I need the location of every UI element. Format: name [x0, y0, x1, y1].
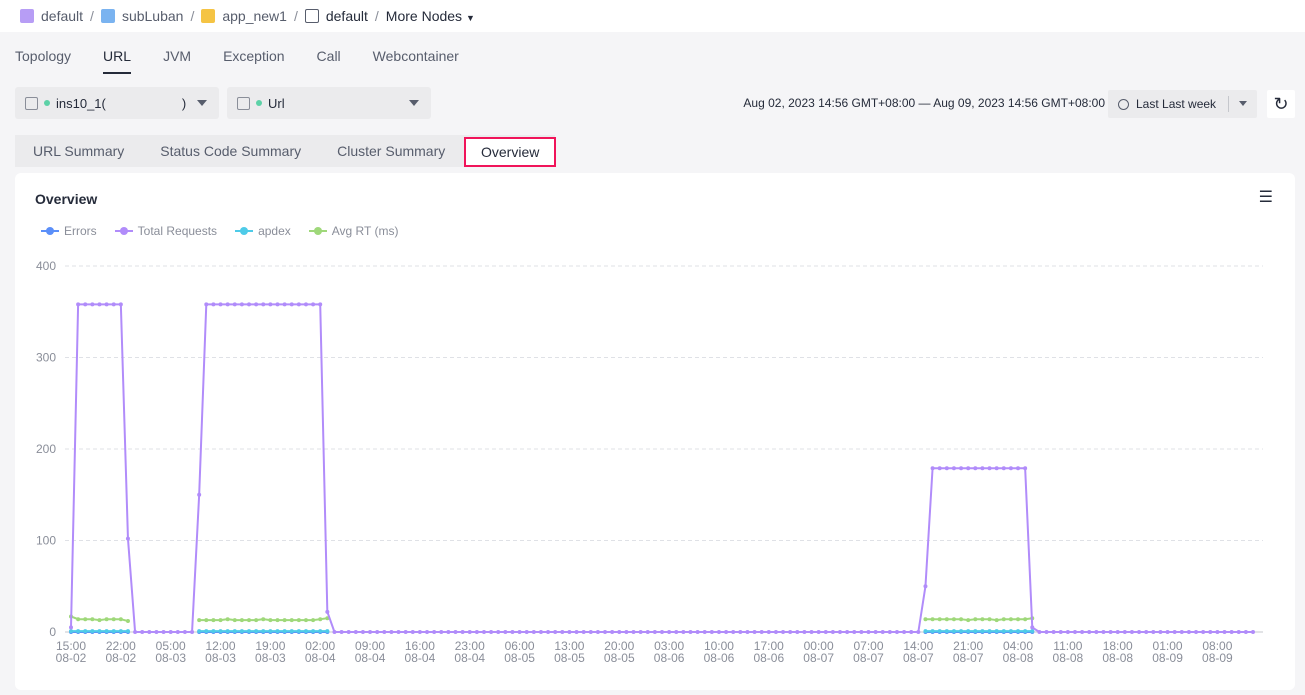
overview-card: Overview ☰ Errors Total Requests apdex A…	[15, 173, 1295, 690]
separator: /	[293, 8, 298, 24]
breadcrumb-item[interactable]: subLuban	[122, 8, 184, 24]
legend-total-requests[interactable]: Total Requests	[114, 224, 218, 238]
main-tabs: Topology URL JVM Exception Call Webconta…	[15, 48, 459, 74]
caret-down-icon: ▼	[465, 13, 475, 23]
legend-label: Errors	[64, 224, 97, 238]
legend-apdex[interactable]: apdex	[235, 224, 291, 238]
breadcrumb-item[interactable]: default	[326, 8, 368, 24]
status-dot	[256, 100, 262, 106]
legend-label: apdex	[258, 224, 291, 238]
quick-range-select[interactable]: Last Last week	[1108, 90, 1257, 118]
more-nodes-label: More Nodes	[385, 8, 463, 24]
separator: /	[374, 8, 379, 24]
menu-icon[interactable]: ☰	[1259, 187, 1273, 207]
legend-label: Total Requests	[137, 224, 218, 238]
terminal-icon	[25, 96, 38, 110]
quick-range-label: Last Last week	[1136, 97, 1217, 111]
subtab-cluster-summary[interactable]: Cluster Summary	[319, 143, 463, 159]
instance-value: ins10_1(	[56, 95, 106, 111]
refresh-button[interactable]: ↻	[1267, 90, 1295, 118]
breadcrumb: default / subLuban / app_new1 / default / Mo…	[0, 0, 1305, 32]
tab-webcontainer[interactable]: Webcontainer	[373, 48, 459, 74]
breadcrumb-item[interactable]: default	[41, 8, 83, 24]
caret-down-icon	[1239, 101, 1247, 110]
breadcrumb-item[interactable]: app_new1	[222, 8, 287, 24]
more-nodes-dropdown[interactable]: More Nodes ▼	[386, 8, 475, 24]
tab-url[interactable]: URL	[103, 48, 132, 74]
type-value: Url	[268, 95, 285, 111]
legend-marker	[308, 227, 327, 235]
tab-call[interactable]: Call	[317, 48, 341, 74]
clock-icon	[1118, 98, 1129, 110]
workspace-icon	[20, 9, 34, 23]
tab-jvm[interactable]: JVM	[163, 48, 191, 74]
tab-exception[interactable]: Exception	[223, 48, 284, 74]
legend-avg-rt[interactable]: Avg RT (ms)	[308, 224, 399, 238]
subtab-status-code-summary[interactable]: Status Code Summary	[142, 143, 319, 159]
code-window-icon	[304, 9, 319, 23]
sub-tabs: URL Summary Status Code Summary Cluster …	[15, 135, 557, 167]
legend-label: Avg RT (ms)	[331, 224, 399, 238]
cube-icon	[201, 9, 216, 23]
subtab-url-summary[interactable]: URL Summary	[15, 143, 142, 159]
caret-down-icon	[409, 100, 419, 111]
status-dot	[44, 100, 50, 106]
instance-suffix: )	[181, 95, 187, 111]
chart-icon	[237, 96, 250, 110]
divider	[1228, 96, 1229, 112]
card-title: Overview	[35, 191, 98, 207]
legend-errors[interactable]: Errors	[41, 224, 97, 238]
legend-marker	[114, 227, 133, 235]
subtab-overview[interactable]: Overview	[464, 137, 557, 167]
caret-down-icon	[197, 100, 207, 111]
separator: /	[190, 8, 195, 24]
legend-marker	[41, 227, 59, 235]
tab-topology[interactable]: Topology	[15, 48, 71, 74]
chart-legend: Errors Total Requests apdex Avg RT (ms)	[41, 224, 398, 238]
folder-icon	[100, 9, 115, 23]
separator: /	[90, 8, 94, 24]
time-range: Aug 02, 2023 14:56 GMT+08:00 — Aug 09, 2…	[743, 96, 1105, 110]
legend-marker	[235, 227, 254, 235]
type-select[interactable]: Url	[227, 87, 431, 119]
refresh-icon: ↻	[1273, 94, 1289, 114]
instance-select[interactable]: ins10_1( )	[15, 87, 219, 119]
